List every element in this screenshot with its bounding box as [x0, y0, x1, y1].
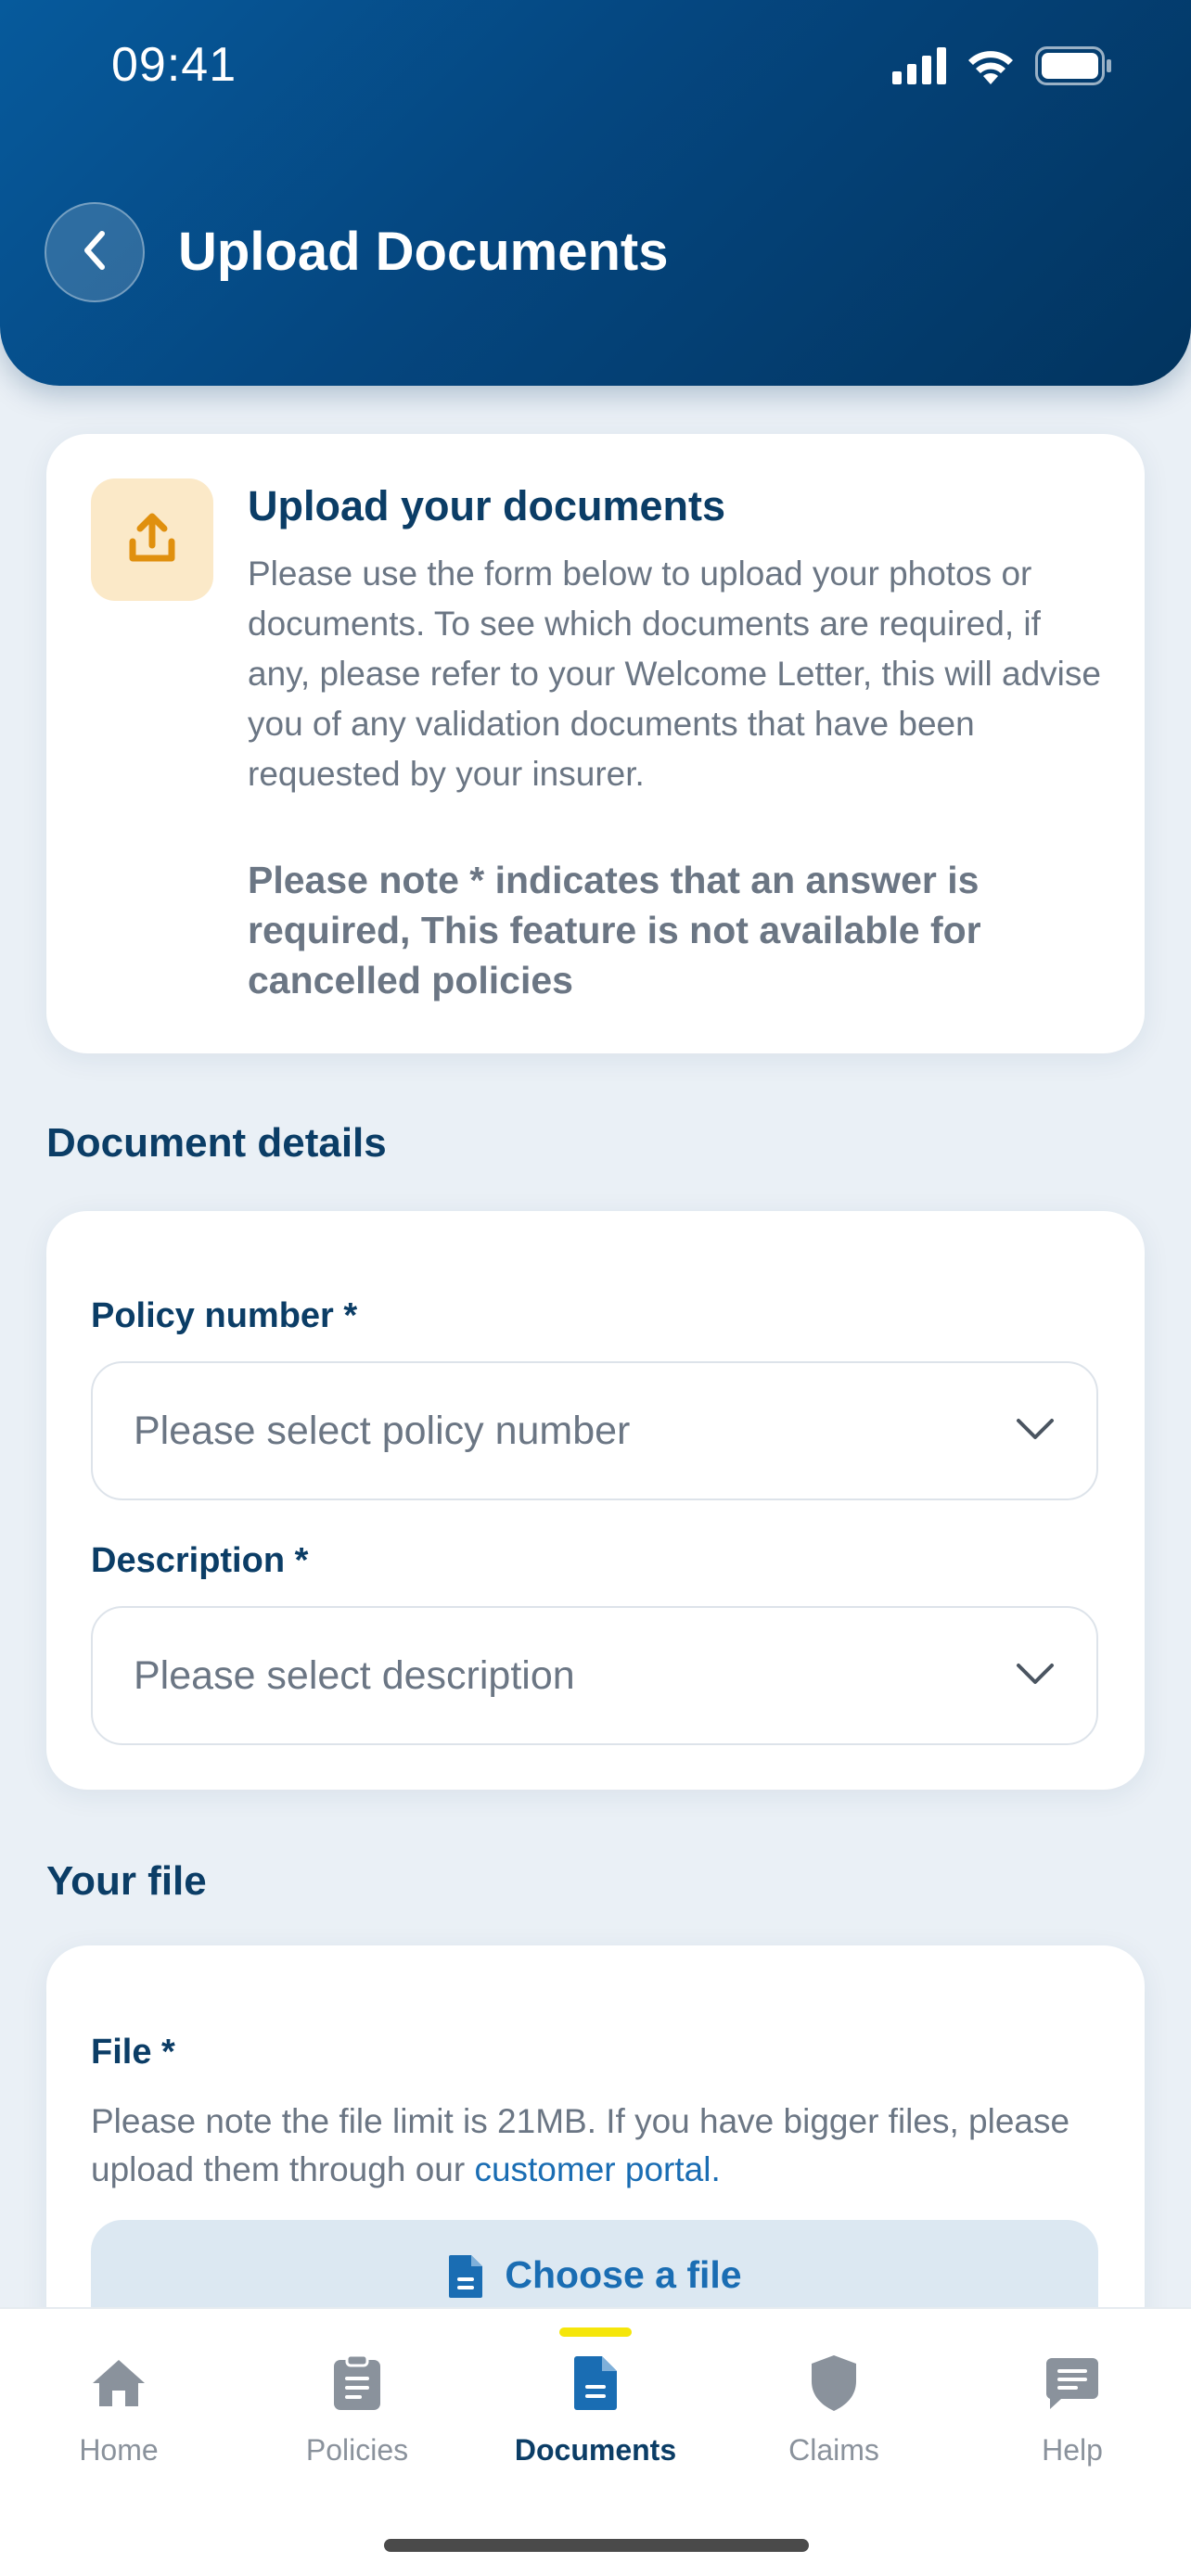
description-placeholder: Please select description: [134, 1652, 575, 1698]
upload-icon: [128, 512, 176, 568]
nav-label-help: Help: [1042, 2433, 1103, 2467]
status-time: 09:41: [111, 38, 237, 92]
nav-item-home[interactable]: Home: [0, 2309, 237, 2494]
nav-label-documents: Documents: [514, 2433, 677, 2467]
chevron-down-icon: [1015, 1661, 1056, 1691]
upload-info-card: Upload your documents Please use the for…: [46, 434, 1145, 1053]
file-limit-note: Please note the file limit is 21MB. If y…: [91, 2098, 1102, 2194]
document-details-heading: Document details: [46, 1120, 387, 1166]
nav-item-documents[interactable]: Documents: [477, 2309, 714, 2494]
home-indicator[interactable]: [384, 2539, 809, 2552]
upload-icon-badge: [91, 478, 213, 601]
policy-number-select[interactable]: Please select policy number: [91, 1361, 1098, 1500]
document-details-card: Policy number * Please select policy num…: [46, 1211, 1145, 1790]
nav-item-policies[interactable]: Policies: [238, 2309, 476, 2494]
home-icon: [90, 2348, 147, 2418]
nav-item-help[interactable]: Help: [954, 2309, 1191, 2494]
nav-item-claims[interactable]: Claims: [715, 2309, 953, 2494]
nav-label-policies: Policies: [305, 2433, 409, 2467]
policy-number-label: Policy number *: [91, 1296, 358, 1335]
back-button[interactable]: [45, 202, 145, 302]
chevron-down-icon: [1015, 1416, 1056, 1447]
app-header: 09:41 Upload Documents: [0, 0, 1191, 386]
description-select[interactable]: Please select description: [91, 1606, 1098, 1745]
clipboard-icon: [332, 2348, 382, 2418]
description-label: Description *: [91, 1541, 309, 1580]
required-note: Please note * indicates that an answer i…: [248, 859, 981, 1001]
intro-description: Please use the form below to upload your…: [248, 555, 1101, 793]
wifi-icon: [967, 47, 1015, 89]
battery-icon: [1035, 46, 1113, 90]
nav-label-home: Home: [79, 2433, 159, 2467]
signal-icon: [892, 47, 946, 89]
your-file-heading: Your file: [46, 1858, 207, 1904]
chat-icon: [1044, 2348, 1100, 2418]
policy-number-placeholder: Please select policy number: [134, 1408, 631, 1453]
page-title: Upload Documents: [178, 222, 669, 282]
chevron-left-icon: [76, 228, 113, 277]
intro-title: Upload your documents: [248, 482, 726, 529]
bottom-navigation: Home Policies Documents Claims Help: [0, 2307, 1191, 2576]
shield-icon: [809, 2348, 859, 2418]
document-icon: [572, 2348, 619, 2418]
status-icons: [892, 46, 1113, 90]
nav-label-claims: Claims: [788, 2433, 879, 2467]
file-label: File *: [91, 2033, 175, 2072]
customer-portal-link[interactable]: customer portal.: [474, 2150, 720, 2188]
